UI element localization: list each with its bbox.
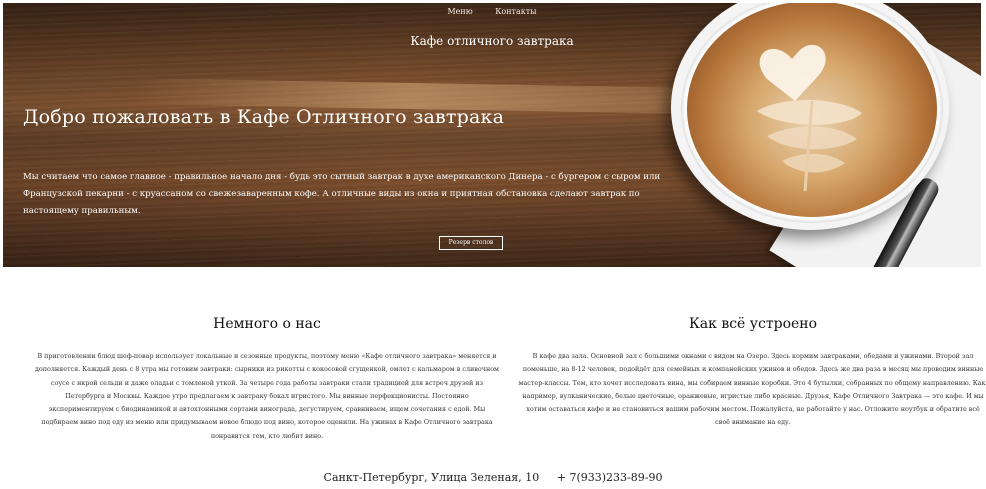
site-brand[interactable]: Кафе отличного завтрака (3, 34, 981, 48)
about-section: Немного о нас В приготовлении блюд шеф-п… (32, 316, 502, 443)
how-section: Как всё устроено В кафе два зала. Основн… (518, 316, 986, 430)
hero-title: Добро пожаловать в Кафе Отличного завтра… (23, 106, 505, 128)
about-title: Немного о нас (213, 316, 321, 332)
how-title: Как всё устроено (688, 316, 818, 332)
top-nav: Меню Контакты (3, 7, 981, 16)
reserve-button[interactable]: Резерв столов (439, 236, 503, 250)
nav-item-menu[interactable]: Меню (447, 7, 472, 16)
about-text: В приготовлении блюд шеф-повар используе… (34, 352, 500, 440)
how-text: В кафе два зала. Основной зал с большими… (518, 352, 986, 427)
footer: Санкт-Петербург, Улица Зеленая, 10 + 7(9… (0, 471, 986, 484)
nav-item-contacts[interactable]: Контакты (495, 7, 536, 16)
footer-phone[interactable]: + 7(933)233-89-90 (557, 471, 663, 484)
footer-address: Санкт-Петербург, Улица Зеленая, 10 (323, 471, 540, 484)
hero-text: Мы считаем что самое главное - правильно… (23, 172, 661, 216)
hero-section: Меню Контакты Кафе отличного завтрака До… (3, 3, 981, 267)
